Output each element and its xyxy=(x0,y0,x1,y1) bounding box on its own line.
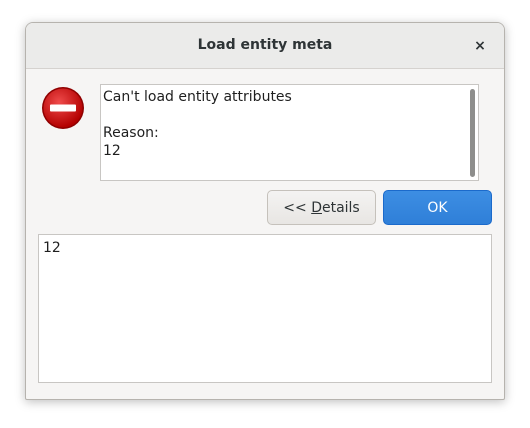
details-text: 12 xyxy=(43,240,61,256)
message-scrollbar[interactable] xyxy=(470,89,475,177)
close-icon: × xyxy=(474,38,486,54)
message-text-area[interactable]: Can't load entity attributes Reason: 12 xyxy=(100,84,479,181)
details-prefix: << xyxy=(283,199,312,216)
ok-button[interactable]: OK xyxy=(383,190,492,225)
details-button[interactable]: << Details xyxy=(267,190,376,225)
error-icon xyxy=(41,86,85,130)
details-mnemonic: D xyxy=(311,199,322,216)
error-dialog: Load entity meta × Can't load entity att… xyxy=(25,22,505,400)
message-line: Can't load entity attributes xyxy=(103,89,292,105)
details-rest: etails xyxy=(321,199,360,216)
close-button[interactable]: × xyxy=(470,36,490,56)
title-bar: Load entity meta × xyxy=(26,23,504,69)
ok-label: OK xyxy=(427,199,448,216)
reason-value: 12 xyxy=(103,143,121,159)
reason-label: Reason: xyxy=(103,125,159,141)
details-text-area[interactable]: 12 xyxy=(38,234,492,383)
dialog-title: Load entity meta xyxy=(197,37,333,53)
